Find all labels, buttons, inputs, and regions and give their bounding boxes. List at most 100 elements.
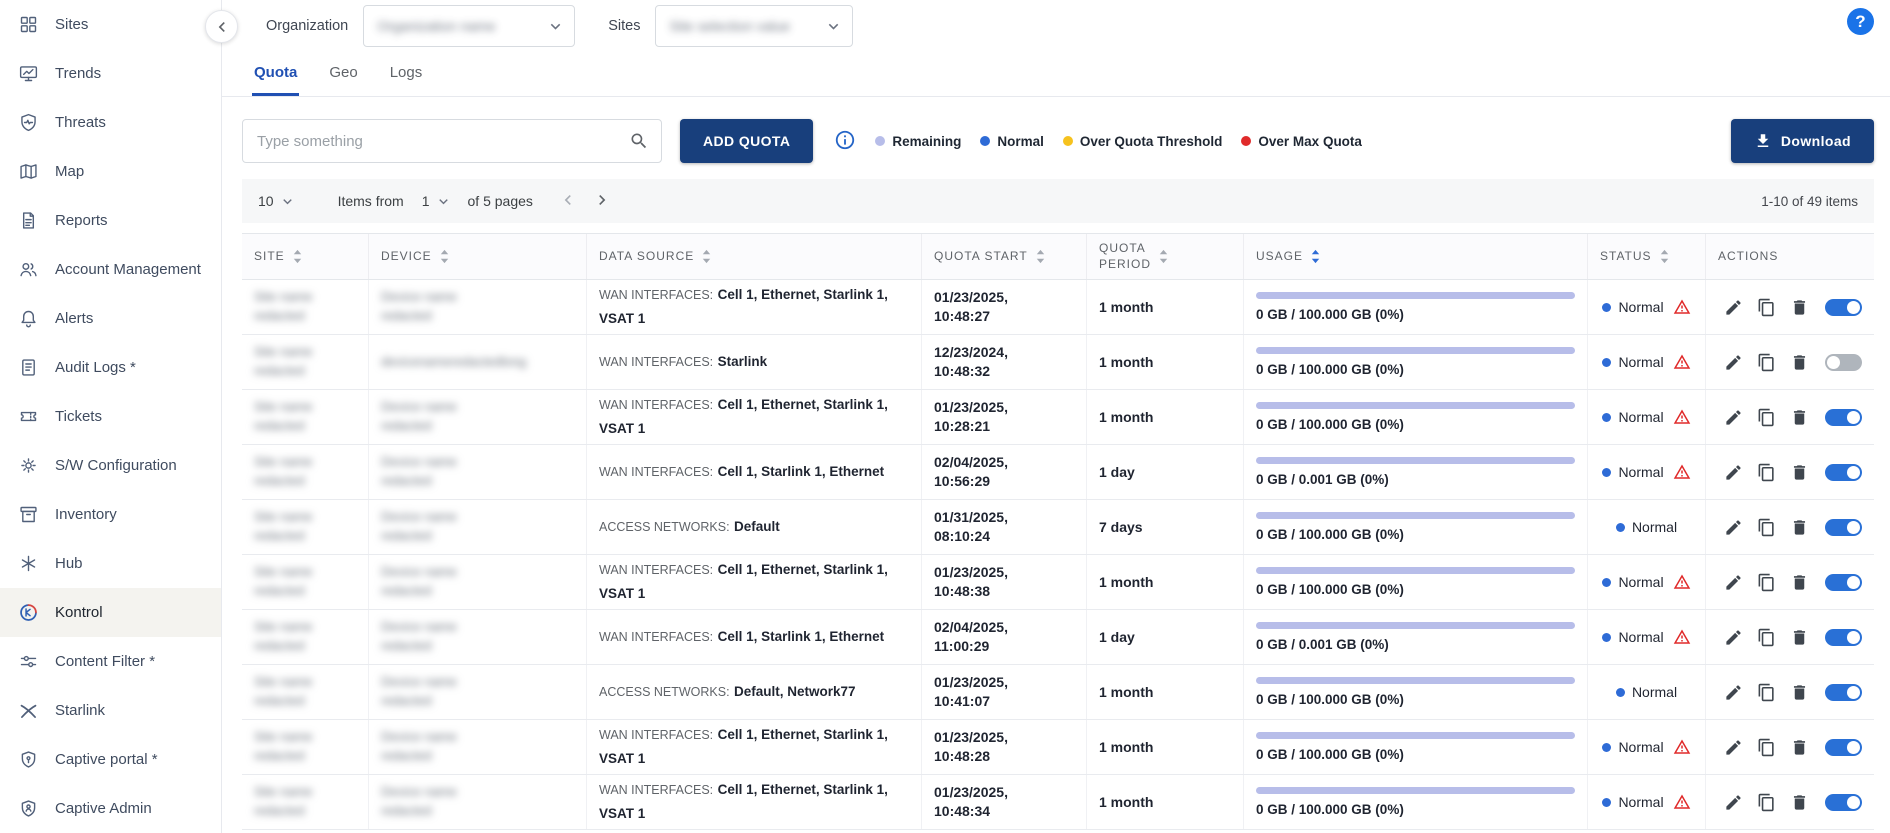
usage-text: 0 GB / 100.000 GB (0%) xyxy=(1256,582,1575,597)
copy-button[interactable] xyxy=(1752,512,1782,542)
sidebar-item-kontrol[interactable]: Kontrol xyxy=(0,588,221,637)
sidebar-item-trends[interactable]: Trends xyxy=(0,49,221,98)
delete-button[interactable] xyxy=(1785,292,1815,322)
remaining-dot-icon xyxy=(875,136,885,146)
delete-button[interactable] xyxy=(1785,622,1815,652)
column-header-device[interactable]: DEVICE xyxy=(369,234,587,279)
enable-toggle[interactable] xyxy=(1825,574,1862,591)
sidebar-item-threats[interactable]: Threats xyxy=(0,98,221,147)
info-button[interactable] xyxy=(833,129,857,153)
quota-start-cell: 01/23/2025, 10:48:28 xyxy=(934,728,1074,767)
copy-button[interactable] xyxy=(1752,677,1782,707)
edit-button[interactable] xyxy=(1719,292,1749,322)
enable-toggle[interactable] xyxy=(1825,684,1862,701)
sidebar-item-captive-portal[interactable]: Captive portal * xyxy=(0,735,221,784)
sidebar-item-captive-admin[interactable]: Captive Admin xyxy=(0,784,221,833)
delete-button[interactable] xyxy=(1785,787,1815,817)
previous-page-button[interactable] xyxy=(555,188,581,214)
edit-button[interactable] xyxy=(1719,567,1749,597)
enable-toggle[interactable] xyxy=(1825,299,1862,316)
delete-button[interactable] xyxy=(1785,732,1815,762)
download-button[interactable]: Download xyxy=(1731,119,1874,163)
column-header-usage[interactable]: USAGE xyxy=(1244,234,1588,279)
copy-button[interactable] xyxy=(1752,787,1782,817)
copy-button[interactable] xyxy=(1752,347,1782,377)
quota-period-cell: 1 month xyxy=(1099,739,1231,755)
enable-toggle[interactable] xyxy=(1825,409,1862,426)
device-cell-redacted: devicenameredactedlong xyxy=(381,353,574,372)
enable-toggle[interactable] xyxy=(1825,739,1862,756)
delete-button[interactable] xyxy=(1785,567,1815,597)
column-header-status[interactable]: STATUS xyxy=(1588,234,1706,279)
sidebar-item-inventory[interactable]: Inventory xyxy=(0,490,221,539)
column-header-data-source[interactable]: DATA SOURCE xyxy=(587,234,922,279)
collapse-sidebar-button[interactable] xyxy=(205,10,238,43)
quota-start-cell: 01/23/2025, 10:48:34 xyxy=(934,783,1074,822)
sidebar-item-sw-configuration[interactable]: S/W Configuration xyxy=(0,441,221,490)
sidebar-item-starlink[interactable]: Starlink xyxy=(0,686,221,735)
edit-button[interactable] xyxy=(1719,402,1749,432)
edit-button[interactable] xyxy=(1719,347,1749,377)
edit-button[interactable] xyxy=(1719,732,1749,762)
enable-toggle[interactable] xyxy=(1825,629,1862,646)
sidebar-item-reports[interactable]: Reports xyxy=(0,196,221,245)
copy-button[interactable] xyxy=(1752,457,1782,487)
search-input[interactable] xyxy=(242,119,662,163)
tab-quota[interactable]: Quota xyxy=(252,52,299,96)
edit-button[interactable] xyxy=(1719,457,1749,487)
edit-button[interactable] xyxy=(1719,677,1749,707)
column-header-site[interactable]: SITE xyxy=(242,234,369,279)
edit-button[interactable] xyxy=(1719,787,1749,817)
sidebar-item-label: Kontrol xyxy=(55,604,103,621)
sidebar-item-label: Captive portal * xyxy=(55,751,158,768)
column-header-quota-start[interactable]: QUOTA START xyxy=(922,234,1087,279)
copy-button[interactable] xyxy=(1752,622,1782,652)
sidebar-item-content-filter[interactable]: Content Filter * xyxy=(0,637,221,686)
sites-select[interactable]: Site selection value xyxy=(655,5,853,47)
sidebar-item-audit-logs[interactable]: Audit Logs * xyxy=(0,343,221,392)
quota-start-cell: 01/23/2025, 10:41:07 xyxy=(934,673,1074,712)
sidebar-item-account-management[interactable]: Account Management xyxy=(0,245,221,294)
pencil-icon xyxy=(1724,683,1743,702)
chevron-down-icon xyxy=(546,17,565,36)
device-cell-redacted: Device name redacted xyxy=(381,618,574,656)
enable-toggle[interactable] xyxy=(1825,519,1862,536)
sidebar-item-tickets[interactable]: Tickets xyxy=(0,392,221,441)
pages-count-label: of 5 pages xyxy=(468,193,533,209)
tab-geo[interactable]: Geo xyxy=(327,52,359,96)
edit-button[interactable] xyxy=(1719,622,1749,652)
copy-button[interactable] xyxy=(1752,402,1782,432)
organization-select[interactable]: Organization name xyxy=(363,5,575,47)
enable-toggle[interactable] xyxy=(1825,464,1862,481)
page-size-select[interactable]: 10 xyxy=(258,193,296,210)
delete-button[interactable] xyxy=(1785,457,1815,487)
sidebar-item-label: Hub xyxy=(55,555,83,572)
sidebar-item-sites[interactable]: Sites xyxy=(0,0,221,49)
inventory-icon xyxy=(16,504,40,526)
site-cell-redacted: Site name redacted xyxy=(254,508,356,546)
help-button[interactable]: ? xyxy=(1847,8,1874,35)
enable-toggle[interactable] xyxy=(1825,354,1862,371)
enable-toggle[interactable] xyxy=(1825,794,1862,811)
column-header-quota-period[interactable]: QUOTA PERIOD xyxy=(1087,234,1244,279)
sidebar-item-alerts[interactable]: Alerts xyxy=(0,294,221,343)
next-page-button[interactable] xyxy=(589,188,615,214)
pencil-icon xyxy=(1724,463,1743,482)
edit-button[interactable] xyxy=(1719,512,1749,542)
delete-button[interactable] xyxy=(1785,347,1815,377)
copy-button[interactable] xyxy=(1752,567,1782,597)
trash-icon xyxy=(1790,738,1809,757)
add-quota-button[interactable]: ADD QUOTA xyxy=(680,119,813,163)
warning-icon xyxy=(1673,628,1691,646)
trash-icon xyxy=(1790,793,1809,812)
sidebar-item-hub[interactable]: Hub xyxy=(0,539,221,588)
delete-button[interactable] xyxy=(1785,677,1815,707)
delete-button[interactable] xyxy=(1785,512,1815,542)
page-select[interactable]: 1 xyxy=(422,193,452,210)
copy-button[interactable] xyxy=(1752,292,1782,322)
copy-button[interactable] xyxy=(1752,732,1782,762)
delete-button[interactable] xyxy=(1785,402,1815,432)
tab-logs[interactable]: Logs xyxy=(388,52,425,96)
captive-portal-icon xyxy=(16,749,40,771)
sidebar-item-map[interactable]: Map xyxy=(0,147,221,196)
